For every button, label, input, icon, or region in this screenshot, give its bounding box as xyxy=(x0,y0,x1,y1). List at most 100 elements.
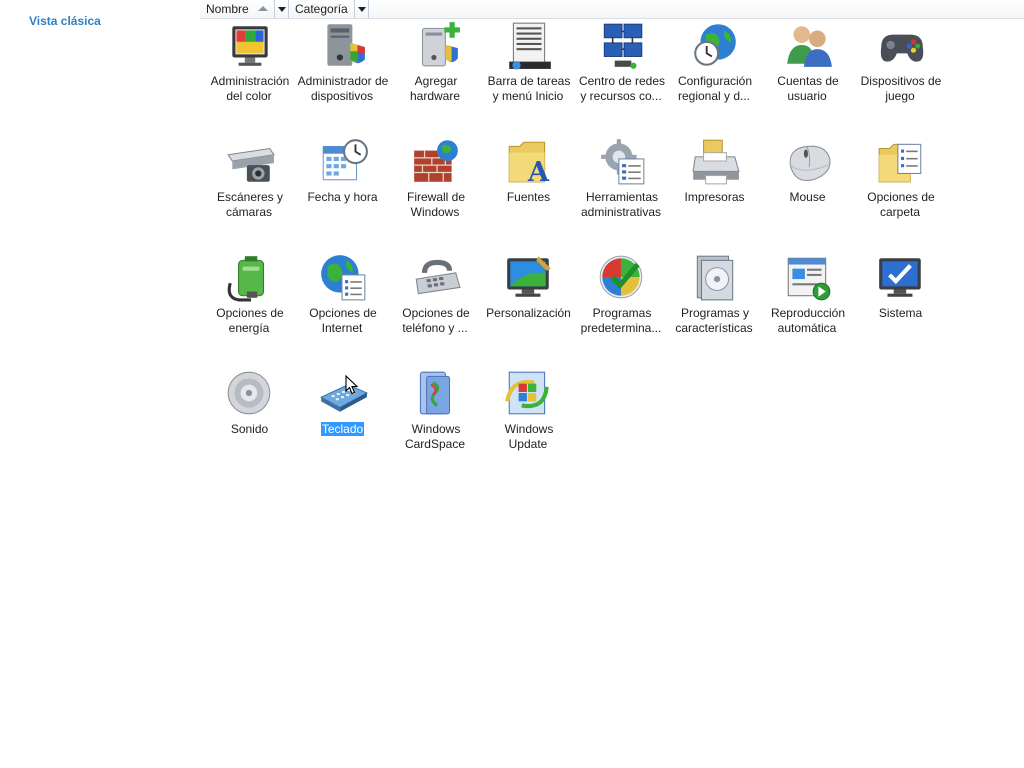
control-panel-item-user-accounts[interactable]: Cuentas de usuario xyxy=(761,18,854,134)
item-label-text: Teclado xyxy=(320,422,365,436)
control-panel-item-color-management[interactable]: Administración del color xyxy=(203,18,296,134)
regional-settings-icon xyxy=(689,20,741,70)
item-label-text: Fecha y hora xyxy=(307,190,378,204)
keyboard-icon xyxy=(317,368,369,418)
user-accounts-icon xyxy=(782,20,834,70)
item-label-text: Mouse xyxy=(789,190,826,204)
control-panel-item-label: Opciones de carpeta xyxy=(855,190,947,220)
control-panel-item-firewall[interactable]: Firewall de Windows xyxy=(389,134,482,250)
item-label-text: Windows CardSpace xyxy=(404,422,466,451)
mouse-icon xyxy=(782,136,834,186)
autoplay-icon xyxy=(782,252,834,302)
system-icon xyxy=(875,252,927,302)
control-panel-item-regional-settings[interactable]: Configuración regional y d... xyxy=(668,18,761,134)
mouse-pointer-icon xyxy=(345,375,359,395)
color-management-icon xyxy=(224,20,276,70)
item-label-text: Escáneres y cámaras xyxy=(216,190,284,219)
control-panel-item-game-controllers[interactable]: Dispositivos de juego xyxy=(854,18,947,134)
control-panel-item-default-programs[interactable]: Programas predetermina... xyxy=(575,250,668,366)
chevron-down-icon xyxy=(278,7,286,12)
item-label-text: Windows Update xyxy=(504,422,554,451)
item-label-text: Configuración regional y d... xyxy=(677,74,753,103)
taskbar-start-menu-icon xyxy=(503,20,555,70)
control-panel-item-label: Herramientas administrativas xyxy=(576,190,668,220)
control-panel-item-label: Dispositivos de juego xyxy=(855,74,947,104)
item-label-text: Fuentes xyxy=(506,190,551,204)
control-panel-item-fonts[interactable]: A Fuentes xyxy=(482,134,575,250)
network-center-icon xyxy=(596,20,648,70)
column-header-name[interactable]: Nombre xyxy=(200,0,275,18)
control-panel-item-label: Firewall de Windows xyxy=(390,190,482,220)
classic-view-link[interactable]: Vista clásica xyxy=(29,14,101,28)
control-panel-item-programs-features[interactable]: Programas y características xyxy=(668,250,761,366)
item-label-text: Administrador de dispositivos xyxy=(297,74,389,103)
personalization-icon xyxy=(503,252,555,302)
cardspace-icon xyxy=(410,368,462,418)
control-panel-item-printers[interactable]: Impresoras xyxy=(668,134,761,250)
item-label-text: Administración del color xyxy=(210,74,290,103)
control-panel-item-phone-modem[interactable]: Opciones de teléfono y ... xyxy=(389,250,482,366)
control-panel-item-label: Opciones de teléfono y ... xyxy=(390,306,482,336)
control-panel-item-mouse[interactable]: Mouse xyxy=(761,134,854,250)
control-panel-item-system[interactable]: Sistema xyxy=(854,250,947,366)
control-panel-item-label: Opciones de energía xyxy=(204,306,296,336)
printers-icon xyxy=(689,136,741,186)
item-label-text: Programas predetermina... xyxy=(580,306,662,335)
control-panel-item-label: Sonido xyxy=(204,422,296,437)
control-panel-item-cardspace[interactable]: Windows CardSpace xyxy=(389,366,482,482)
control-panel-item-label: Fuentes xyxy=(483,190,575,205)
control-panel-item-add-hardware[interactable]: Agregar hardware xyxy=(389,18,482,134)
item-label-text: Opciones de carpeta xyxy=(867,190,935,219)
control-panel-item-taskbar-start-menu[interactable]: Barra de tareas y menú Inicio xyxy=(482,18,575,134)
device-manager-icon xyxy=(317,20,369,70)
default-programs-icon xyxy=(596,252,648,302)
control-panel-item-label: Barra de tareas y menú Inicio xyxy=(483,74,575,104)
item-label-text: Dispositivos de juego xyxy=(860,74,942,103)
chevron-down-icon xyxy=(358,7,366,12)
control-panel-item-scanners-cameras[interactable]: Escáneres y cámaras xyxy=(203,134,296,250)
fonts-icon: A xyxy=(503,136,555,186)
category-filter-dropdown[interactable] xyxy=(355,0,369,18)
control-panel-item-device-manager[interactable]: Administrador de dispositivos xyxy=(296,18,389,134)
scanners-cameras-icon xyxy=(224,136,276,186)
item-label-text: Cuentas de usuario xyxy=(777,74,839,103)
control-panel-item-label: Cuentas de usuario xyxy=(762,74,854,104)
control-panel-item-admin-tools[interactable]: Herramientas administrativas xyxy=(575,134,668,250)
control-panel-item-label: Impresoras xyxy=(669,190,761,205)
control-panel-item-folder-options[interactable]: Opciones de carpeta xyxy=(854,134,947,250)
control-panel-item-label: Mouse xyxy=(762,190,854,205)
control-panel-item-label: Programas y características xyxy=(669,306,761,336)
control-panel-item-label: Windows Update xyxy=(483,422,575,452)
control-panel-item-label: Escáneres y cámaras xyxy=(204,190,296,220)
control-panel-item-keyboard[interactable]: Teclado xyxy=(296,366,389,482)
power-options-icon xyxy=(224,252,276,302)
control-panel-item-label: Reproducción automática xyxy=(762,306,854,336)
control-panel-item-power-options[interactable]: Opciones de energía xyxy=(203,250,296,366)
name-filter-dropdown[interactable] xyxy=(275,0,289,18)
sidebar: Vista clásica xyxy=(0,0,200,768)
game-controllers-icon xyxy=(875,20,927,70)
control-panel-items: Administración del color Administrador de… xyxy=(203,18,963,482)
item-label-text: Sonido xyxy=(230,422,269,436)
control-panel-item-label: Administración del color xyxy=(204,74,296,104)
control-panel-item-internet-options[interactable]: Opciones de Internet xyxy=(296,250,389,366)
column-header-name-label: Nombre xyxy=(206,2,249,16)
svg-text:A: A xyxy=(526,157,549,186)
sound-icon xyxy=(224,368,276,418)
date-time-icon xyxy=(317,136,369,186)
control-panel-item-sound[interactable]: Sonido xyxy=(203,366,296,482)
column-header-category-label: Categoría xyxy=(295,2,348,16)
control-panel-item-network-center[interactable]: Centro de redes y recursos co... xyxy=(575,18,668,134)
item-label-text: Barra de tareas y menú Inicio xyxy=(487,74,571,103)
column-header-bar: Nombre Categoría xyxy=(200,0,1024,19)
control-panel-item-personalization[interactable]: Personalización xyxy=(482,250,575,366)
control-panel-item-windows-update[interactable]: Windows Update xyxy=(482,366,575,482)
control-panel-item-autoplay[interactable]: Reproducción automática xyxy=(761,250,854,366)
folder-options-icon xyxy=(875,136,927,186)
control-panel-item-label: Sistema xyxy=(855,306,947,321)
control-panel-item-label: Centro de redes y recursos co... xyxy=(576,74,668,104)
control-panel-item-date-time[interactable]: Fecha y hora xyxy=(296,134,389,250)
control-panel-item-label: Fecha y hora xyxy=(297,190,389,205)
item-label-text: Impresoras xyxy=(684,190,745,204)
column-header-category[interactable]: Categoría xyxy=(289,0,355,18)
